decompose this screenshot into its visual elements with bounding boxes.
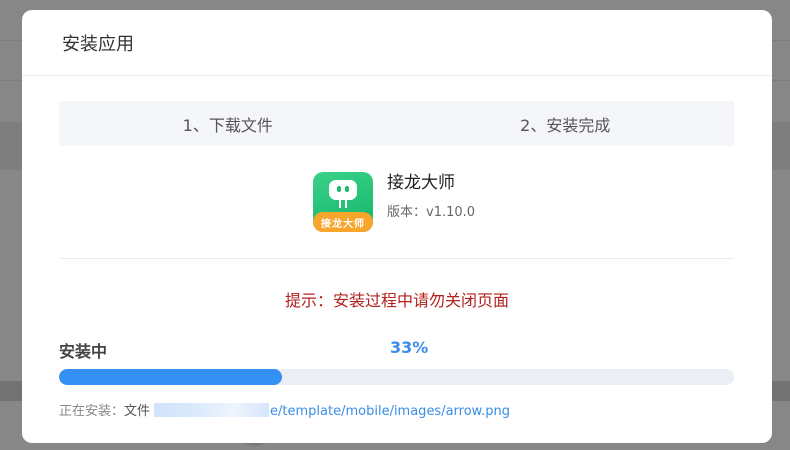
- section-divider: [59, 258, 734, 259]
- step-complete: 2、安装完成: [520, 115, 611, 135]
- redacted-path-mask: [154, 403, 270, 417]
- install-steps: 1、下载文件 2、安装完成: [59, 101, 734, 146]
- progress-percent: 33%: [390, 338, 429, 357]
- app-info: 接龙大师 接龙大师 版本：v1.10.0: [313, 172, 475, 232]
- install-file-label: 文件: [124, 404, 151, 419]
- dialog-header: 安装应用: [22, 10, 772, 76]
- install-dialog: 安装应用 1、下载文件 2、安装完成 接龙大师 接龙大师 版本：v1.10.0 …: [22, 10, 772, 443]
- install-file-path: e/template/mobile/images/arrow.png: [270, 404, 510, 419]
- progress-status-label: 安装中: [59, 342, 108, 361]
- warning-tip: 提示：安装过程中请勿关闭页面: [284, 291, 509, 310]
- install-status-line: 正在安装：文件 e/template/mobile/images/arrow.pn…: [59, 400, 510, 419]
- app-icon-banner: 接龙大师: [313, 212, 373, 232]
- dialog-title: 安装应用: [62, 33, 134, 55]
- progress-bar: [59, 369, 734, 385]
- progress-bar-fill: [59, 369, 282, 385]
- app-name: 接龙大师: [387, 173, 455, 193]
- step-download: 1、下载文件: [182, 115, 273, 135]
- robot-face-icon: [329, 180, 357, 200]
- app-version: 版本：v1.10.0: [387, 205, 476, 220]
- app-icon: 接龙大师: [313, 172, 373, 232]
- install-status-prefix: 正在安装：: [59, 404, 125, 419]
